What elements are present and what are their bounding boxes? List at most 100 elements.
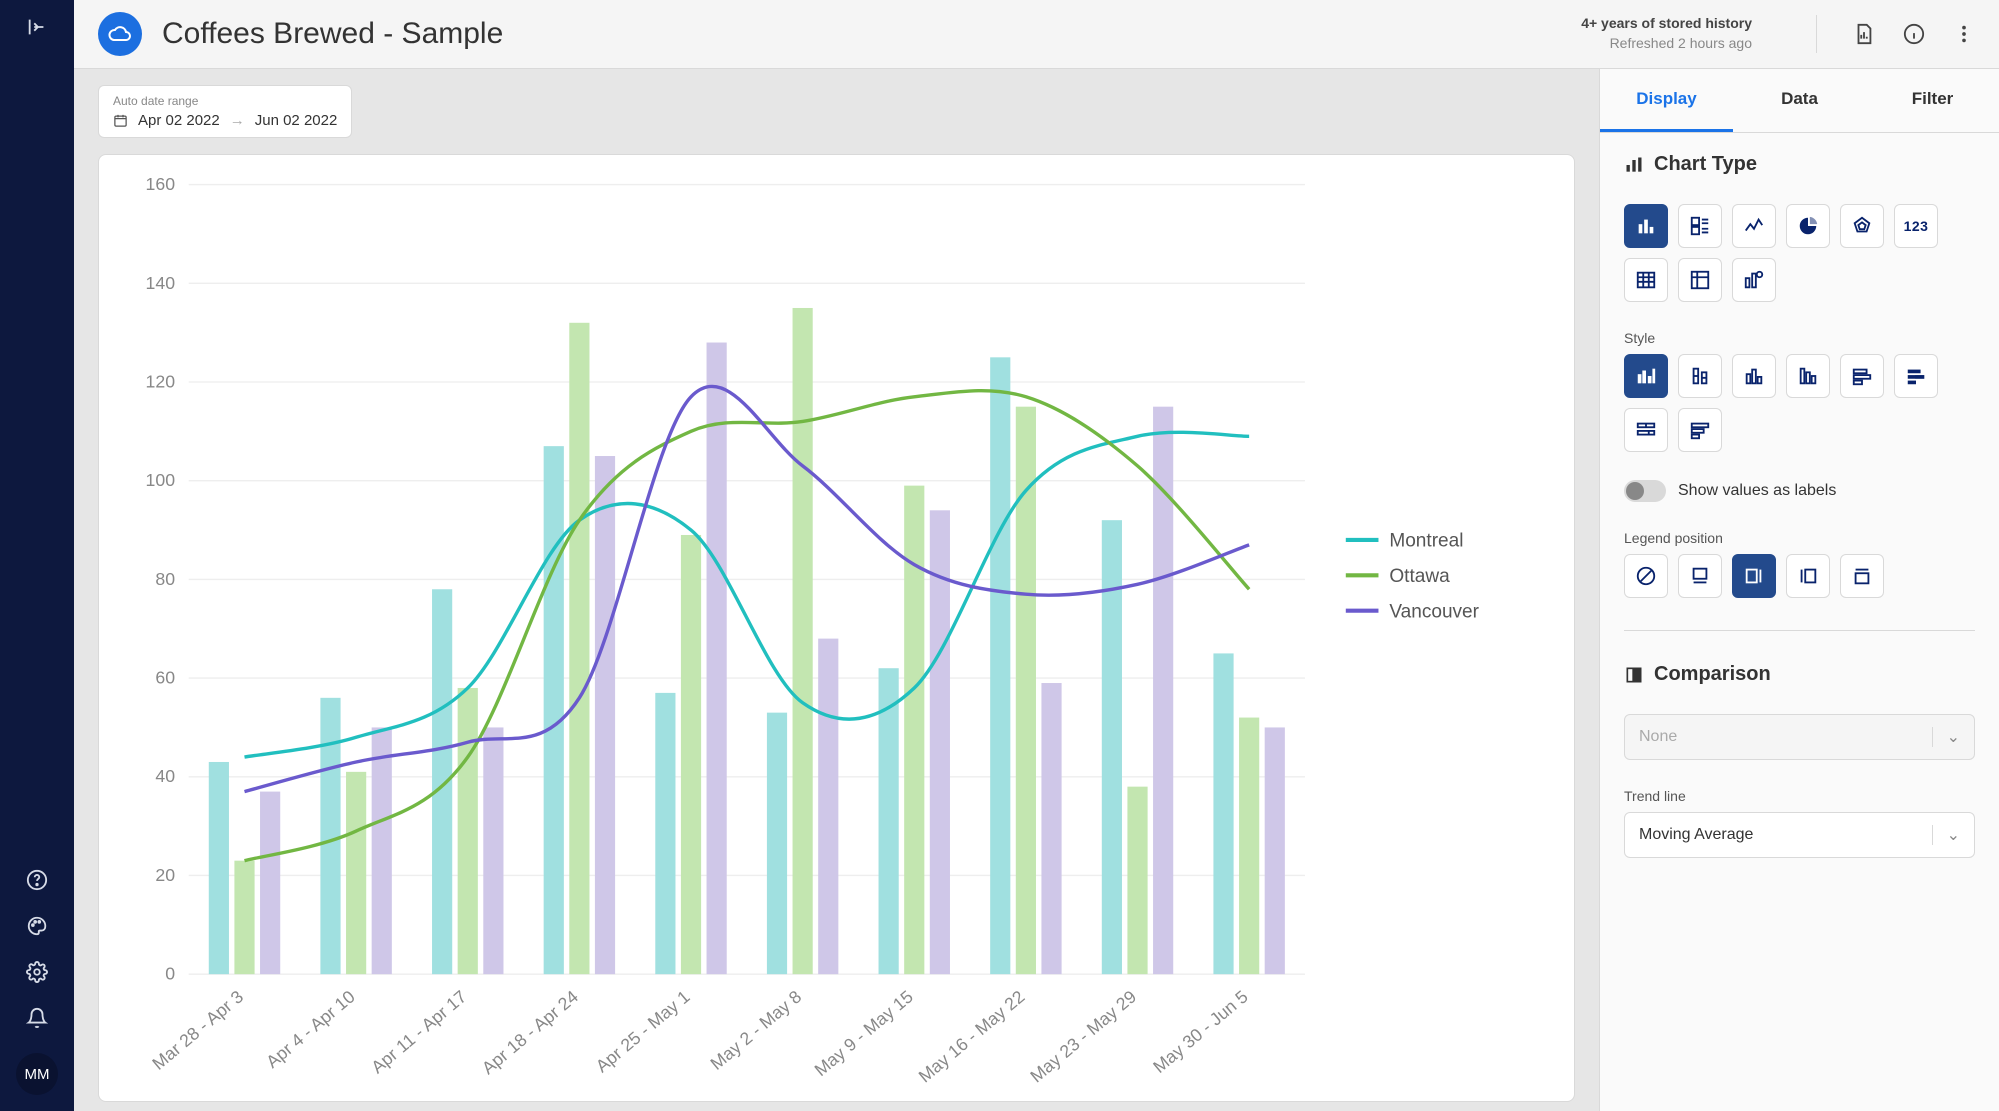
style-ordered-bar[interactable]: [1786, 354, 1830, 398]
date-range-button[interactable]: Auto date range Apr 02 2022 → Jun 02 202…: [98, 85, 352, 138]
bar-Vancouver-9: [1265, 727, 1285, 974]
svg-text:20: 20: [155, 865, 175, 885]
help-icon[interactable]: [26, 869, 48, 891]
svg-text:60: 60: [155, 668, 175, 688]
tab-display[interactable]: Display: [1600, 69, 1733, 132]
chart-type-map[interactable]: [1732, 258, 1776, 302]
chart-svg: 0 20 40 60 80 100 120 140 160 Mar 28 - Apr 3Apr 4…: [107, 171, 1550, 1097]
bar-Montreal-0: [209, 762, 229, 974]
topbar: Coffees Brewed - Sample 4+ years of stor…: [74, 0, 1999, 69]
chart-type-detail-bar[interactable]: [1678, 204, 1722, 248]
gear-icon[interactable]: [26, 961, 48, 983]
bar-Ottawa-2: [458, 688, 478, 974]
svg-text:Apr 11 - Apr 17: Apr 11 - Apr 17: [367, 986, 470, 1077]
chart-type-radar[interactable]: [1840, 204, 1884, 248]
legend-position-grid: [1624, 554, 1975, 598]
legend-right[interactable]: [1732, 554, 1776, 598]
chart-type-bar[interactable]: [1624, 204, 1668, 248]
bar-Ottawa-9: [1239, 718, 1259, 975]
chart-type-number[interactable]: 123: [1894, 204, 1938, 248]
chart-type-pivot[interactable]: [1678, 258, 1722, 302]
bar-Vancouver-4: [707, 343, 727, 975]
style-stacked-bar[interactable]: [1678, 354, 1722, 398]
style-grouped-bar[interactable]: [1624, 354, 1668, 398]
bar-Montreal-3: [544, 446, 564, 974]
svg-text:Vancouver: Vancouver: [1389, 602, 1479, 623]
more-icon[interactable]: [1953, 23, 1975, 45]
tabs: Display Data Filter: [1600, 69, 1999, 133]
bar-Ottawa-1: [346, 772, 366, 974]
bar-Vancouver-7: [1041, 683, 1061, 974]
svg-text:May 30 - Jun 5: May 30 - Jun 5: [1149, 986, 1252, 1077]
style-hbar-stacked[interactable]: [1894, 354, 1938, 398]
chart-type-line[interactable]: [1732, 204, 1776, 248]
bar-Montreal-1: [320, 698, 340, 974]
right-panel: Display Data Filter Chart Type: [1599, 69, 1999, 1111]
tab-data[interactable]: Data: [1733, 69, 1866, 132]
svg-text:Apr 18 - Apr 24: Apr 18 - Apr 24: [478, 986, 582, 1078]
bar-Montreal-5: [767, 713, 787, 975]
bar-Vancouver-2: [483, 727, 503, 974]
legend-top[interactable]: [1840, 554, 1884, 598]
svg-text:160: 160: [146, 174, 176, 194]
palette-icon[interactable]: [26, 915, 48, 937]
bar-Ottawa-8: [1127, 787, 1147, 975]
bar-Vancouver-0: [260, 792, 280, 975]
style-hbar-ordered[interactable]: [1678, 408, 1722, 452]
avatar[interactable]: MM: [16, 1053, 58, 1095]
svg-text:0: 0: [165, 964, 175, 984]
style-grid: [1624, 354, 1975, 452]
trend-line-select[interactable]: Moving Average ⌄: [1624, 812, 1975, 858]
svg-text:120: 120: [146, 371, 176, 391]
expand-sidebar-icon[interactable]: [26, 16, 48, 38]
calendar-icon: [113, 113, 128, 128]
chart-type-grid: 123: [1624, 204, 1975, 302]
legend-left[interactable]: [1786, 554, 1830, 598]
svg-text:Montreal: Montreal: [1389, 531, 1463, 552]
bars-icon: [1624, 155, 1644, 175]
chart-type-table[interactable]: [1624, 258, 1668, 302]
chart-card: 0 20 40 60 80 100 120 140 160 Mar 28 - Apr 3Apr 4…: [98, 154, 1575, 1102]
svg-text:May 2 - May 8: May 2 - May 8: [707, 986, 806, 1073]
left-sidebar: MM: [0, 0, 74, 1111]
bar-Ottawa-4: [681, 535, 701, 974]
svg-text:Apr 25 - May 1: Apr 25 - May 1: [592, 986, 694, 1076]
svg-text:80: 80: [155, 569, 175, 589]
style-hbar-outline[interactable]: [1624, 408, 1668, 452]
svg-text:Ottawa: Ottawa: [1389, 566, 1450, 587]
bell-icon[interactable]: [26, 1007, 48, 1029]
page-title: Coffees Brewed - Sample: [162, 17, 1561, 51]
bar-Montreal-2: [432, 589, 452, 974]
bar-Montreal-6: [879, 668, 899, 974]
svg-text:May 23 - May 29: May 23 - May 29: [1026, 986, 1140, 1086]
bar-Ottawa-5: [793, 308, 813, 974]
bar-Montreal-7: [990, 357, 1010, 974]
svg-text:May 16 - May 22: May 16 - May 22: [915, 986, 1029, 1086]
bar-Vancouver-5: [818, 639, 838, 975]
svg-text:100: 100: [146, 470, 176, 490]
legend-bottom[interactable]: [1678, 554, 1722, 598]
trend-Ottawa: [245, 391, 1250, 861]
report-icon[interactable]: [1853, 23, 1875, 45]
svg-text:May 9 - May 15: May 9 - May 15: [811, 986, 917, 1080]
bar-Vancouver-3: [595, 456, 615, 974]
show-values-toggle[interactable]: [1624, 480, 1666, 502]
style-hbar[interactable]: [1840, 354, 1884, 398]
bar-Montreal-4: [655, 693, 675, 974]
bar-Ottawa-0: [234, 861, 254, 974]
svg-text:Mar 28 - Apr 3: Mar 28 - Apr 3: [148, 986, 247, 1073]
status-text: 4+ years of stored history Refreshed 2 h…: [1581, 14, 1752, 53]
legend-none[interactable]: [1624, 554, 1668, 598]
tab-filter[interactable]: Filter: [1866, 69, 1999, 132]
bar-Ottawa-3: [569, 323, 589, 974]
show-values-label: Show values as labels: [1678, 482, 1836, 500]
svg-text:Apr 4 - Apr 10: Apr 4 - Apr 10: [262, 986, 359, 1072]
svg-text:140: 140: [146, 273, 176, 293]
svg-text:40: 40: [155, 766, 175, 786]
style-outline-bar[interactable]: [1732, 354, 1776, 398]
brand-cloud-icon: [98, 12, 142, 56]
info-icon[interactable]: [1903, 23, 1925, 45]
comparison-select[interactable]: None ⌄: [1624, 714, 1975, 760]
bar-Vancouver-1: [372, 727, 392, 974]
chart-type-pie[interactable]: [1786, 204, 1830, 248]
